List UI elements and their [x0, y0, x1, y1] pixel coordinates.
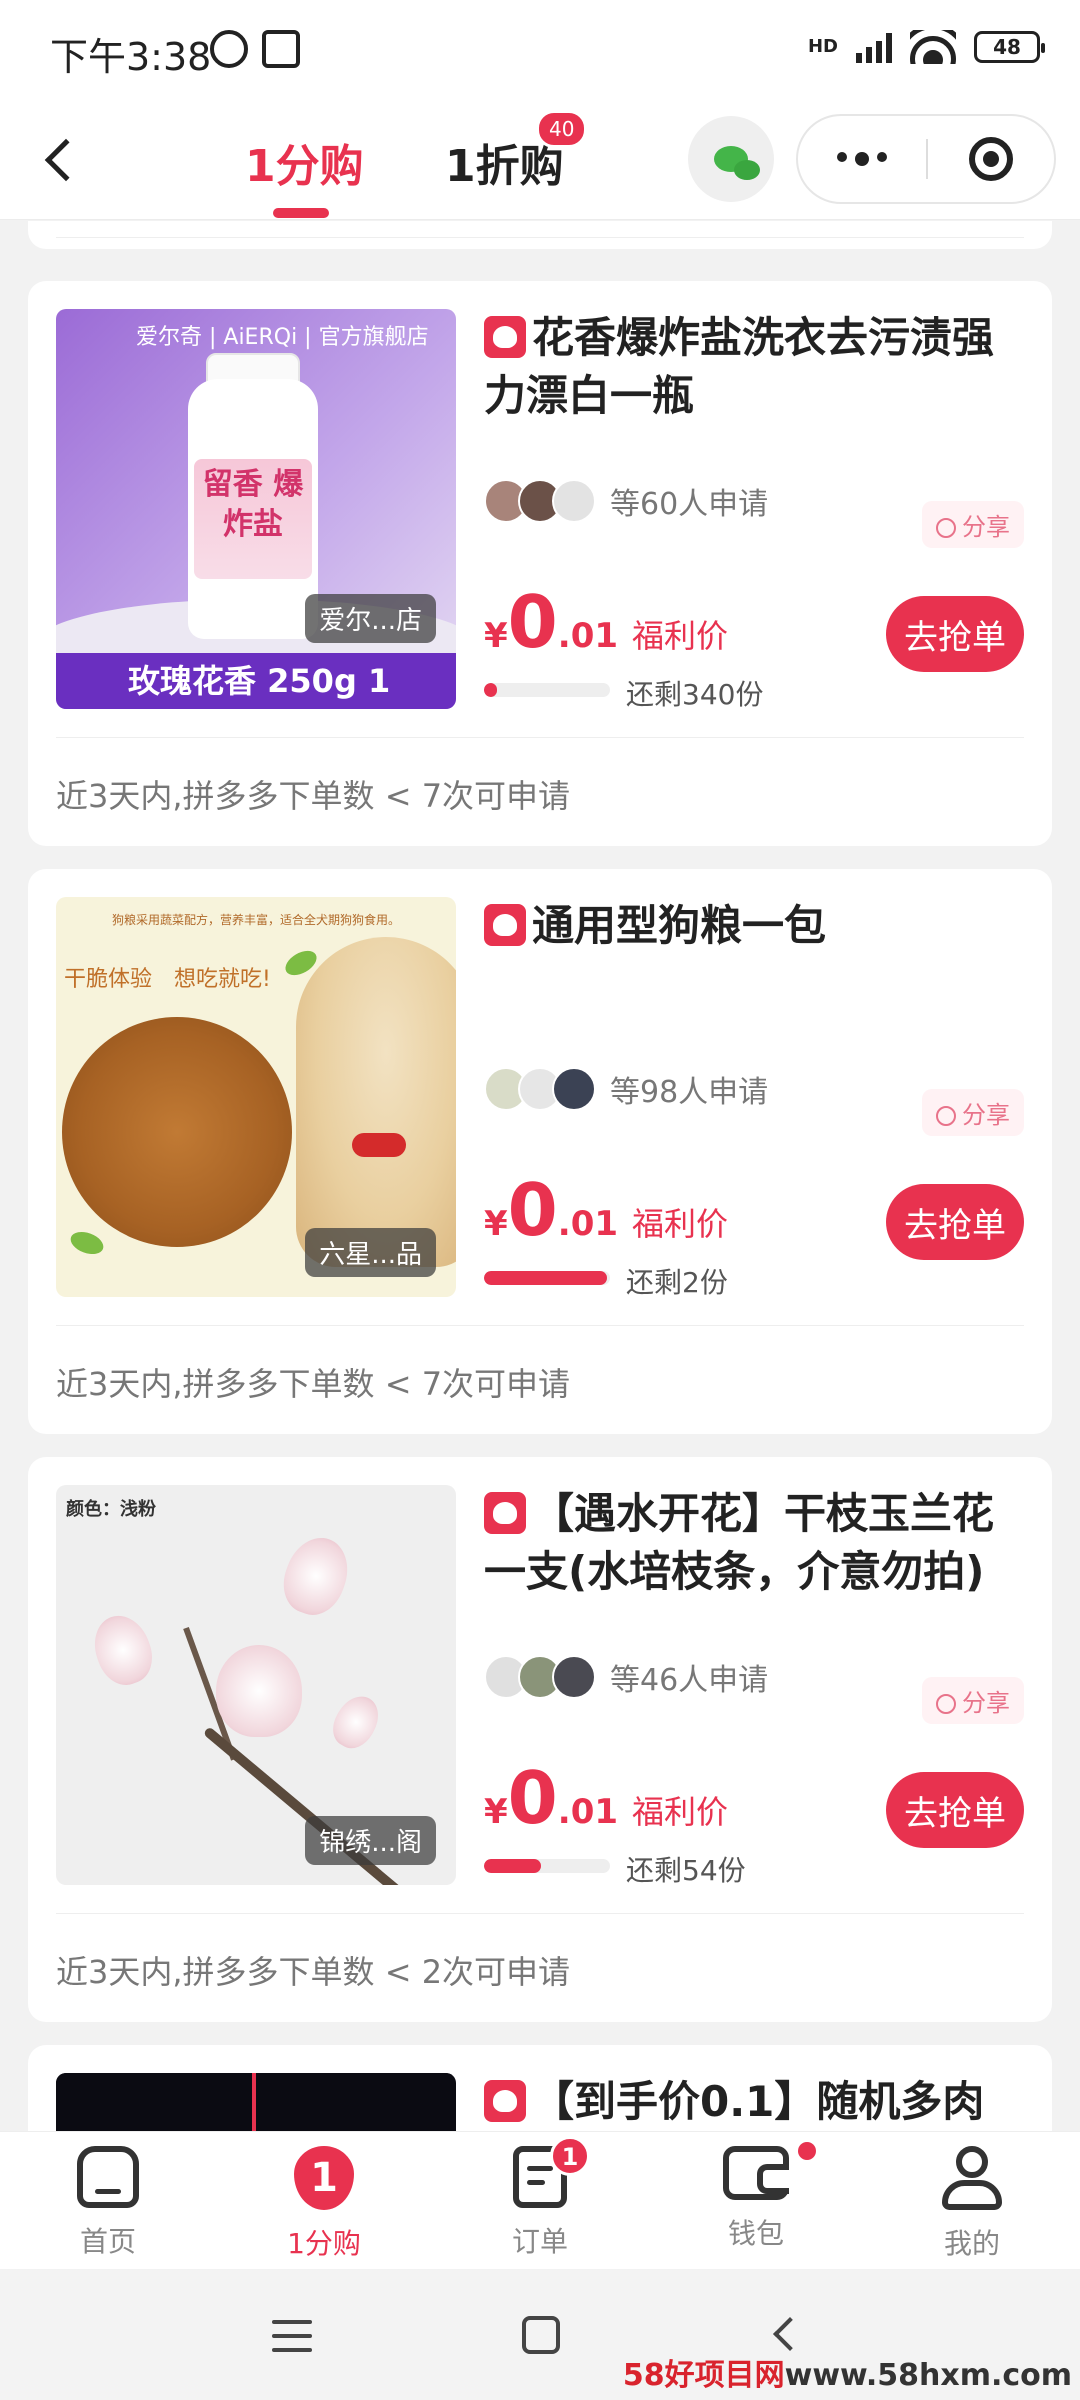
applicant-count: 等46人申请: [610, 1663, 769, 1698]
applicant-avatars: 等60人申请: [484, 479, 768, 523]
product-title[interactable]: 通用型狗粮一包: [484, 897, 1024, 955]
product-list[interactable]: 爱尔奇 | AiERQi | 官方旗舰店 留香 爆炸盐 玫瑰花香 250g 1 …: [0, 221, 1080, 2131]
product-title[interactable]: 【到手价0.1】随机多肉: [484, 2073, 1024, 2131]
remaining-stock: 还剩2份: [626, 1266, 728, 1299]
image-slogan: 干脆体验 想吃就吃!: [64, 967, 271, 992]
apply-condition: 近3天内,拼多多下单数 < 2次可申请: [56, 1953, 571, 1991]
product-card[interactable]: 狗粮采用蔬菜配方，营养丰富，适合全犬期狗狗食用。 干脆体验 想吃就吃! 六星..…: [28, 869, 1052, 1434]
share-button[interactable]: 分享: [922, 1677, 1024, 1724]
share-button[interactable]: 分享: [922, 1089, 1024, 1136]
status-left-icons: [210, 30, 300, 68]
avatar: [552, 1655, 596, 1699]
grab-order-button[interactable]: 去抢单: [886, 596, 1024, 672]
tab-home[interactable]: 首页: [0, 2132, 216, 2269]
stock-progress-bar: [484, 683, 610, 697]
wechat-icon[interactable]: [688, 116, 774, 202]
wifi-icon: [910, 30, 956, 64]
product-image[interactable]: 狗粮采用蔬菜配方，营养丰富，适合全犬期狗狗食用。 干脆体验 想吃就吃! 六星..…: [56, 897, 456, 1297]
avatar: [552, 479, 596, 523]
wallet-notification-dot: [798, 2142, 816, 2160]
stock-progress-bar: [484, 1271, 610, 1285]
apply-condition: 近3天内,拼多多下单数 < 7次可申请: [56, 1365, 571, 1403]
shop-tag: 锦绣...阁: [305, 1816, 436, 1865]
active-tab-indicator: [273, 208, 329, 218]
battery-icon: 48: [974, 31, 1045, 63]
share-icon: [936, 1694, 956, 1714]
one-cent-icon: 1: [294, 2146, 354, 2210]
apply-condition: 近3天内,拼多多下单数 < 7次可申请: [56, 777, 571, 815]
image-band-text: 玫瑰花香 250g 1: [56, 653, 456, 709]
watermark: 58好项目网www.58hxm.com: [622, 2358, 1072, 2393]
more-icon[interactable]: [798, 152, 926, 166]
stock-progress-bar: [484, 1859, 610, 1873]
remaining-stock: 还剩54份: [626, 1854, 746, 1887]
alarm-icon: [210, 30, 248, 68]
product-card[interactable]: 【到手价0.1】随机多肉: [28, 2045, 1052, 2131]
price: ¥0.01 福利价: [484, 1756, 729, 1840]
tab-profile[interactable]: 我的: [864, 2132, 1080, 2269]
image-label-text: 留香 爆炸盐: [194, 459, 312, 579]
tab-orders[interactable]: 1 订单: [432, 2132, 648, 2269]
product-image[interactable]: [56, 2073, 456, 2131]
shop-tag: 爱尔...店: [305, 594, 436, 643]
home-icon: [77, 2146, 139, 2208]
status-time: 下午3:38: [50, 35, 212, 79]
mini-program-capsule: [796, 114, 1056, 204]
applicant-avatars: 等98人申请: [484, 1067, 768, 1111]
applicant-count: 等98人申请: [610, 1075, 769, 1110]
image-top-text: 狗粮采用蔬菜配方，营养丰富，适合全犬期狗狗食用。: [111, 913, 400, 927]
share-icon: [936, 1106, 956, 1126]
pinduoduo-icon: [484, 316, 526, 358]
home-button-icon[interactable]: [522, 2316, 560, 2354]
pinduoduo-icon: [484, 2080, 526, 2122]
tab-badge: 40: [536, 110, 588, 148]
tab-one-cent-buy[interactable]: 1 1分购: [216, 2132, 432, 2269]
tab-one-cent[interactable]: 1分购: [245, 130, 364, 194]
product-card[interactable]: 颜色：浅粉 锦绣...阁 【遇水开花】干枝玉兰花一支(水培枝条，介意勿拍) 等4…: [28, 1457, 1052, 2022]
tab-wallet[interactable]: 钱包: [648, 2132, 864, 2269]
status-right-icons: HD 48: [807, 30, 1045, 64]
previous-card-edge: [28, 221, 1052, 249]
grab-order-button[interactable]: 去抢单: [886, 1772, 1024, 1848]
recent-apps-icon[interactable]: [272, 2320, 312, 2362]
close-mini-program-icon[interactable]: [928, 137, 1054, 181]
wallet-icon: [723, 2146, 789, 2200]
nfc-icon: [262, 30, 300, 68]
status-bar: 下午3:38 HD 48: [0, 0, 1080, 100]
applicant-count: 等60人申请: [610, 487, 769, 522]
image-brand-text: 爱尔奇 | AiERQi | 官方旗舰店: [136, 325, 429, 350]
grab-order-button[interactable]: 去抢单: [886, 1184, 1024, 1260]
avatar: [552, 1067, 596, 1111]
product-image[interactable]: 爱尔奇 | AiERQi | 官方旗舰店 留香 爆炸盐 玫瑰花香 250g 1 …: [56, 309, 456, 709]
back-button-icon[interactable]: [773, 2317, 807, 2351]
remaining-stock: 还剩340份: [626, 678, 764, 711]
product-image[interactable]: 颜色：浅粉 锦绣...阁: [56, 1485, 456, 1885]
product-title[interactable]: 花香爆炸盐洗衣去污渍强力漂白一瓶: [484, 309, 1024, 425]
pinduoduo-icon: [484, 1492, 526, 1534]
price: ¥0.01 福利价: [484, 1168, 729, 1252]
pinduoduo-icon: [484, 904, 526, 946]
system-nav-bar: 58好项目网www.58hxm.com: [0, 2270, 1080, 2400]
bottom-tab-bar: 首页 1 1分购 1 订单 钱包 我的: [0, 2131, 1080, 2269]
share-icon: [936, 518, 956, 538]
applicant-avatars: 等46人申请: [484, 1655, 768, 1699]
order-badge: 1: [550, 2136, 590, 2176]
signal-icon: [856, 31, 892, 63]
image-color-text: 颜色：浅粉: [66, 1499, 156, 1520]
product-card[interactable]: 爱尔奇 | AiERQi | 官方旗舰店 留香 爆炸盐 玫瑰花香 250g 1 …: [28, 281, 1052, 846]
back-arrow-icon[interactable]: [30, 130, 90, 190]
shop-tag: 六星...品: [305, 1228, 436, 1277]
product-title[interactable]: 【遇水开花】干枝玉兰花一支(水培枝条，介意勿拍): [484, 1485, 1024, 1601]
profile-icon: [940, 2146, 1004, 2210]
price: ¥0.01 福利价: [484, 580, 729, 664]
share-button[interactable]: 分享: [922, 501, 1024, 548]
hd-label: HD: [807, 36, 838, 57]
